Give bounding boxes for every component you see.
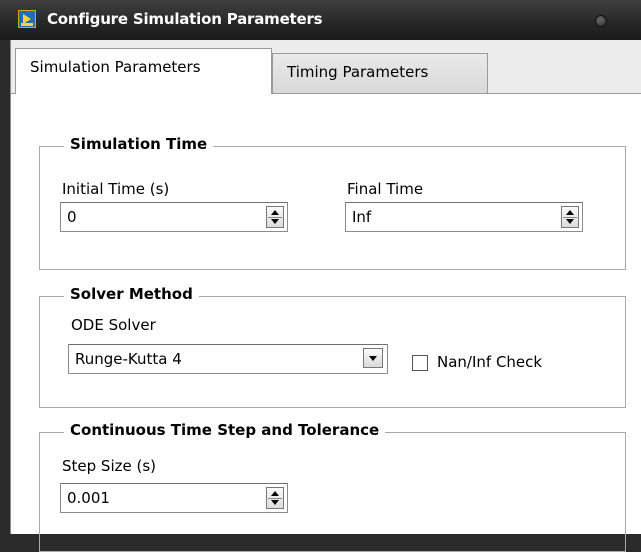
window-control-circle-icon[interactable] [595,15,607,27]
step-size-label: Step Size (s) [62,457,156,475]
initial-time-field[interactable]: 0 [60,202,288,232]
final-time-field[interactable]: Inf [345,202,583,232]
continuous-time-step-group: Continuous Time Step and Tolerance Step … [39,421,626,552]
chevron-down-icon[interactable] [363,348,383,368]
step-size-value: 0.001 [67,489,110,507]
tab-timing-parameters[interactable]: Timing Parameters [272,53,488,93]
tab-strip: Simulation Parameters Timing Parameters [10,40,641,94]
final-time-value: Inf [352,208,372,226]
step-size-field[interactable]: 0.001 [60,483,288,513]
labview-vi-icon[interactable] [18,10,36,28]
tab-content-panel: Simulation Time Initial Time (s) 0 Final… [10,93,641,552]
continuous-time-step-legend: Continuous Time Step and Tolerance [64,421,386,439]
initial-time-label: Initial Time (s) [62,180,170,198]
ode-solver-label: ODE Solver [71,316,156,334]
ode-solver-dropdown[interactable]: Runge-Kutta 4 [68,344,388,374]
simulation-time-group: Simulation Time Initial Time (s) 0 Final… [39,135,626,270]
tab-simulation-parameters[interactable]: Simulation Parameters [15,48,272,94]
initial-time-value: 0 [67,208,77,226]
step-size-spinner-icon[interactable] [266,487,284,509]
simulation-time-legend: Simulation Time [64,135,214,153]
nan-inf-check-label: Nan/Inf Check [437,353,543,371]
solver-method-group: Solver Method ODE Solver Runge-Kutta 4 N… [39,285,626,408]
final-time-label: Final Time [347,180,424,198]
title-bar: Configure Simulation Parameters [0,0,641,40]
ode-solver-value: Runge-Kutta 4 [75,350,182,368]
window-title: Configure Simulation Parameters [47,10,323,28]
final-time-spinner-icon[interactable] [561,206,579,228]
initial-time-spinner-icon[interactable] [266,206,284,228]
nan-inf-check-checkbox[interactable] [412,355,428,371]
solver-method-legend: Solver Method [64,285,199,303]
